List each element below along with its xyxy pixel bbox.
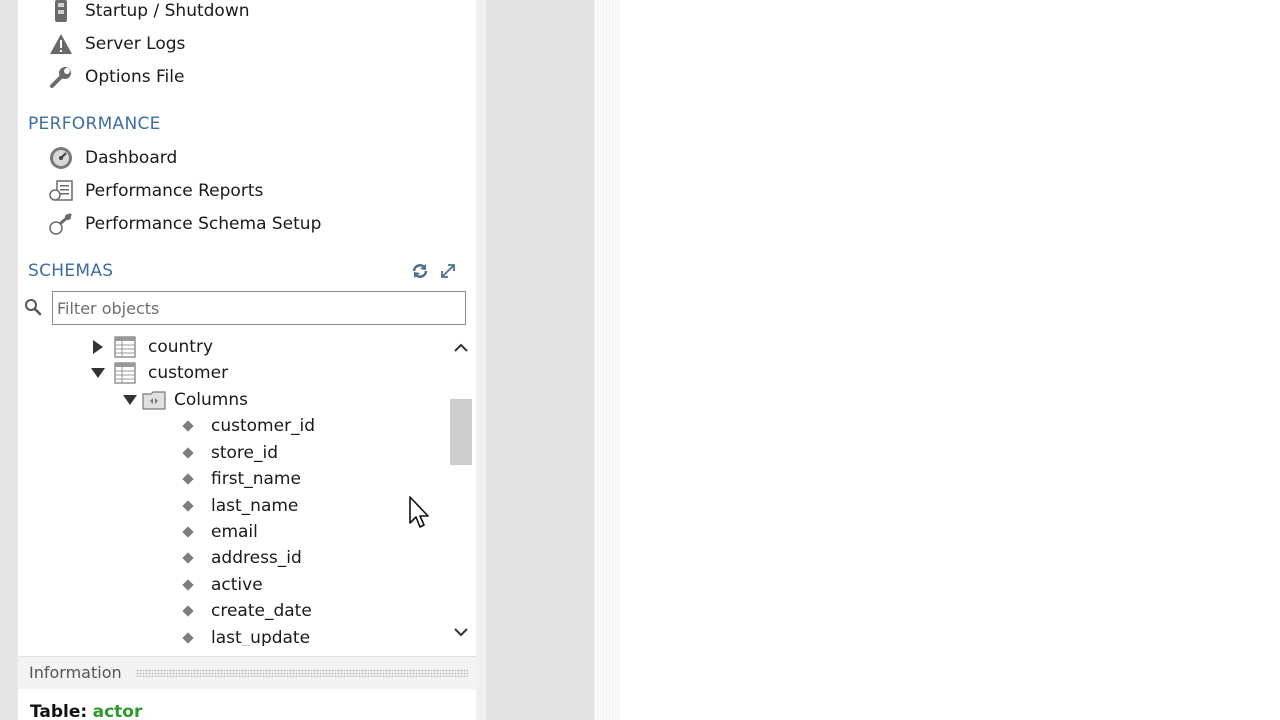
column-label: first_name [211,469,301,489]
tree-scrollbar[interactable] [448,334,474,646]
column-item[interactable]: store_id [180,440,278,466]
nav-item-label: Options File [85,67,185,87]
table-icon [114,336,136,358]
table-icon [114,362,136,384]
tree-item-customer[interactable]: customer [90,360,228,386]
information-table-line: Table: actor [30,702,142,720]
column-item[interactable]: create_date [180,598,312,624]
schemas-section-title: SCHEMAS [28,261,114,281]
column-label: email [211,522,258,542]
column-diamond-icon [182,632,194,644]
tree-item-country[interactable]: country [90,334,213,360]
collapse-triangle-icon[interactable] [90,365,106,381]
column-label: last_name [211,496,299,516]
schema-setup-icon [48,211,74,237]
column-label: active [211,575,263,595]
search-icon [24,298,44,318]
refresh-icon[interactable] [411,262,429,280]
nav-item-label: Dashboard [85,148,178,168]
performance-section-title: PERFORMANCE [28,114,161,134]
expand-triangle-icon[interactable] [90,339,106,355]
dashboard-gauge-icon [48,145,74,171]
scrollbar-thumb[interactable] [450,399,472,465]
scroll-up-icon[interactable] [452,339,470,357]
table-value: actor [92,702,143,720]
window-left-edge [0,0,18,720]
column-diamond-icon [182,500,194,512]
column-item[interactable]: address_id [180,545,302,571]
collapse-triangle-icon[interactable] [122,392,138,408]
startup-shutdown-icon [48,0,74,24]
column-label: address_id [211,548,302,568]
warning-icon [48,31,74,57]
reports-icon [48,178,74,204]
panel-splitter[interactable] [476,0,486,720]
filter-objects-input[interactable] [52,291,466,325]
schemas-toolbar [411,262,457,280]
expand-icon[interactable] [439,262,457,280]
column-diamond-icon [182,420,194,432]
wrench-icon [48,64,74,90]
nav-item-performance-reports[interactable]: Performance Reports [48,177,263,205]
tree-item-label: Columns [174,390,248,410]
table-label: Table: [30,702,88,720]
column-item[interactable]: active [180,572,263,598]
column-label: store_id [211,443,279,463]
nav-item-label: Server Logs [85,34,186,54]
tree-item-label: customer [148,363,229,383]
folder-icon [142,390,166,410]
column-label: customer_id [211,416,316,436]
tree-item-label: country [148,337,214,357]
column-diamond-icon [182,447,194,459]
column-item[interactable]: email [180,519,258,545]
column-diamond-icon [182,526,194,538]
nav-item-label: Performance Schema Setup [85,214,322,234]
column-diamond-icon [182,605,194,617]
nav-item-startup-shutdown[interactable]: Startup / Shutdown [48,0,250,25]
column-item[interactable]: last_name [180,493,298,519]
mouse-cursor-icon [408,495,432,531]
navigator-sidebar: Startup / Shutdown Server Logs Options F… [18,0,476,720]
column-diamond-icon [182,579,194,591]
panel-grip [136,669,468,677]
nav-item-performance-schema-setup[interactable]: Performance Schema Setup [48,210,321,238]
main-content-area [620,0,1280,720]
nav-item-dashboard[interactable]: Dashboard [48,144,177,172]
column-label: last_update [211,628,311,646]
column-item[interactable]: first_name [180,466,301,492]
secondary-panel [486,0,594,720]
scroll-down-icon[interactable] [452,623,470,641]
column-diamond-icon [182,552,194,564]
schema-tree: country customer Columns customer_id sto… [18,334,448,646]
column-item[interactable]: last_update [180,625,310,646]
information-panel-header[interactable]: Information [18,656,476,689]
column-label: create_date [211,601,312,621]
nav-item-label: Startup / Shutdown [85,1,250,21]
nav-item-options-file[interactable]: Options File [48,63,184,91]
information-title: Information [29,663,122,682]
panel-divider [594,0,620,720]
column-diamond-icon [182,473,194,485]
filter-row [24,291,466,325]
nav-item-label: Performance Reports [85,181,264,201]
nav-item-server-logs[interactable]: Server Logs [48,30,185,58]
tree-item-columns-folder[interactable]: Columns [122,387,248,413]
column-item[interactable]: customer_id [180,413,315,439]
